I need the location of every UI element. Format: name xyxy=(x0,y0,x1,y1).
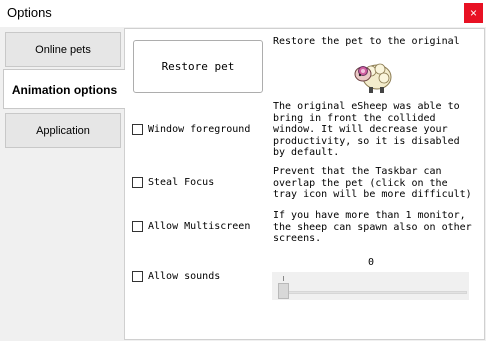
allow-sounds-label: Allow sounds xyxy=(148,271,221,282)
tab-online-pets[interactable]: Online pets xyxy=(5,32,121,67)
restore-description: Restore the pet to the original xyxy=(273,36,460,47)
sheep-icon xyxy=(354,63,392,93)
tab-label: Animation options xyxy=(11,83,118,97)
steal-focus-description: Prevent that the Taskbar can overlap the… xyxy=(273,166,472,200)
slider-line xyxy=(284,291,467,294)
tab-label: Online pets xyxy=(35,44,91,56)
allow-sounds-checkbox[interactable] xyxy=(132,271,143,282)
slider-thumb[interactable] xyxy=(278,283,289,299)
volume-value: 0 xyxy=(368,257,375,268)
window-title: Options xyxy=(7,5,52,20)
window-foreground-label: Window foreground xyxy=(148,124,251,135)
steal-focus-checkbox[interactable] xyxy=(132,177,143,188)
title-bar: Options × xyxy=(0,0,486,27)
slider-tick xyxy=(283,276,284,281)
window-foreground-description: The original eSheep was able to bring in… xyxy=(273,101,460,158)
close-icon[interactable]: × xyxy=(464,3,483,23)
tab-animation-options[interactable]: Animation options xyxy=(3,69,125,109)
allow-multiscreen-description: If you have more than 1 monitor, the she… xyxy=(273,210,472,244)
tab-label: Application xyxy=(36,125,90,137)
allow-multiscreen-checkbox[interactable] xyxy=(132,221,143,232)
restore-pet-button[interactable]: Restore pet xyxy=(133,40,263,93)
steal-focus-label: Steal Focus xyxy=(148,177,215,188)
allow-multiscreen-label: Allow Multiscreen xyxy=(148,221,251,232)
window-foreground-checkbox[interactable] xyxy=(132,124,143,135)
volume-slider[interactable] xyxy=(272,272,469,300)
tab-application[interactable]: Application xyxy=(5,113,121,148)
